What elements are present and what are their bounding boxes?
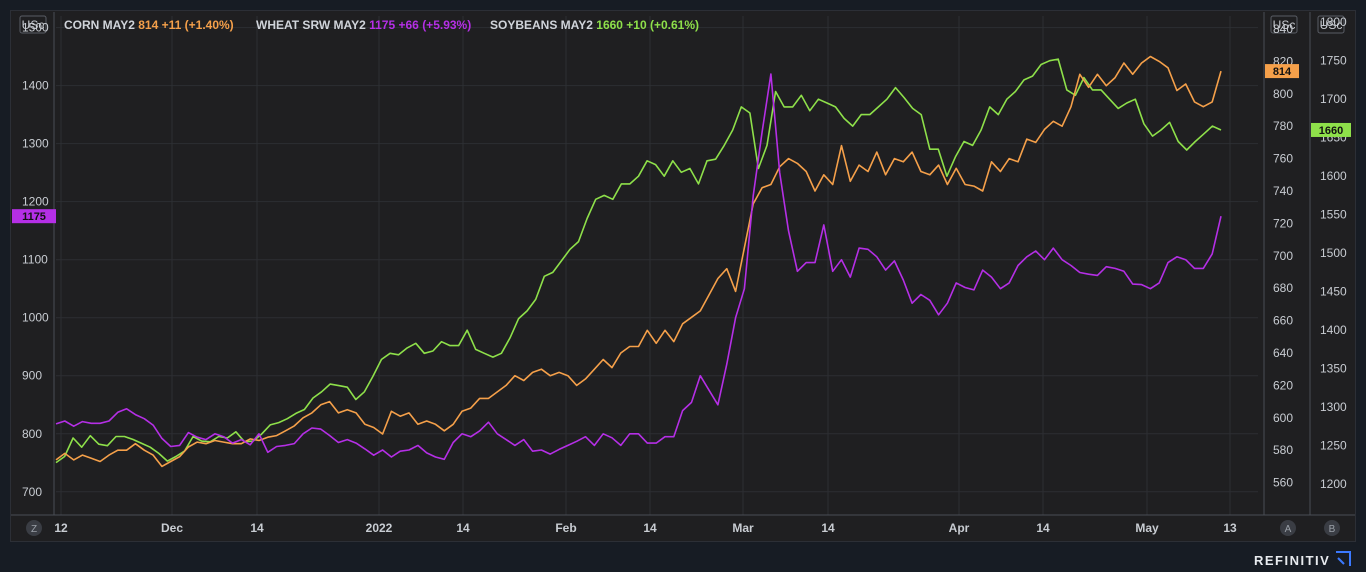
legend-entry[interactable]: CORN MAY2 814 +11 (+1.40%)	[64, 18, 234, 32]
y-tick-right-a: 660	[1273, 314, 1293, 328]
legend-entry[interactable]: WHEAT SRW MAY2 1175 +66 (+5.93%)	[256, 18, 471, 32]
series-line-wheat-srw-may2	[55, 73, 1222, 461]
zoom-button-label: Z	[31, 524, 37, 535]
soy-price-tag: 1660	[1319, 125, 1343, 137]
x-tick-label: Apr	[949, 521, 970, 535]
y-tick-left: 900	[22, 369, 42, 383]
x-tick-label: May	[1135, 521, 1159, 535]
legend-last: 814	[138, 18, 161, 32]
y-tick-right-b: 1200	[1320, 477, 1347, 491]
legend-last: 1175	[369, 18, 398, 32]
wheat-price-tag: 1175	[22, 211, 46, 223]
y-tick-right-a: 600	[1273, 411, 1293, 425]
legend-name: CORN MAY2	[64, 18, 138, 32]
legend-entry[interactable]: SOYBEANS MAY2 1660 +10 (+0.61%)	[490, 18, 699, 32]
axis-a-button-label: A	[1285, 524, 1292, 535]
y-tick-right-a: 800	[1273, 87, 1293, 101]
corn-price-tag: 814	[1273, 66, 1292, 78]
refinitiv-logo-icon	[1336, 551, 1351, 566]
y-tick-right-a: 640	[1273, 346, 1293, 360]
x-tick-label: Dec	[161, 521, 183, 535]
y-tick-right-a: 700	[1273, 249, 1293, 263]
y-tick-right-b: 1500	[1320, 246, 1347, 260]
y-tick-left: 1200	[22, 195, 49, 209]
y-tick-right-b: 1300	[1320, 400, 1347, 414]
y-tick-left: 1500	[22, 21, 49, 35]
commodity-chart: USc USc USc7008009001000110012001300140015…	[11, 12, 1355, 536]
series-line-corn-may2	[55, 55, 1222, 468]
legend-change: +11 (+1.40%)	[162, 18, 234, 32]
y-tick-right-b: 1450	[1320, 285, 1347, 299]
y-tick-left: 800	[22, 427, 42, 441]
y-tick-right-a: 780	[1273, 119, 1293, 133]
y-tick-right-b: 1750	[1320, 54, 1347, 68]
y-tick-left: 1400	[22, 79, 49, 93]
y-tick-right-a: 740	[1273, 184, 1293, 198]
x-tick-label: 14	[821, 521, 835, 535]
y-tick-right-a: 720	[1273, 216, 1293, 230]
y-tick-right-a: 620	[1273, 378, 1293, 392]
y-tick-right-b: 1600	[1320, 169, 1347, 183]
y-tick-left: 1300	[22, 137, 49, 151]
y-tick-left: 1000	[22, 311, 49, 325]
axis-b-button-label: B	[1329, 524, 1336, 535]
x-tick-label: 14	[456, 521, 470, 535]
x-tick-label: Feb	[555, 521, 576, 535]
series-line-soybeans-may2	[55, 58, 1222, 464]
legend-change: +10 (+0.61%)	[626, 18, 699, 32]
brand-logo: REFINITIV	[1254, 553, 1331, 568]
x-tick-label: 14	[250, 521, 264, 535]
x-tick-label: 14	[643, 521, 657, 535]
y-tick-right-a: 680	[1273, 281, 1293, 295]
y-tick-right-b: 1350	[1320, 362, 1347, 376]
legend-name: SOYBEANS MAY2	[490, 18, 596, 32]
y-tick-left: 700	[22, 485, 42, 499]
legend-name: WHEAT SRW MAY2	[256, 18, 369, 32]
y-tick-right-a: 580	[1273, 443, 1293, 457]
y-tick-right-a: 760	[1273, 152, 1293, 166]
y-tick-left: 1100	[22, 253, 48, 267]
x-tick-label: 13	[1223, 521, 1237, 535]
x-tick-label: 2022	[366, 521, 393, 535]
y-tick-right-b: 1250	[1320, 439, 1347, 453]
y-tick-right-b: 1400	[1320, 323, 1347, 337]
legend-last: 1660	[596, 18, 626, 32]
x-tick-label: 12	[54, 521, 68, 535]
y-tick-right-a: 560	[1273, 476, 1293, 490]
x-tick-label: Mar	[732, 521, 754, 535]
legend-change: +66 (+5.93%)	[399, 18, 472, 32]
y-tick-right-b: 1800	[1320, 15, 1347, 29]
y-tick-right-b: 1550	[1320, 208, 1347, 222]
x-tick-label: 14	[1036, 521, 1050, 535]
y-tick-right-a: 840	[1273, 22, 1293, 36]
y-tick-right-b: 1700	[1320, 92, 1347, 106]
